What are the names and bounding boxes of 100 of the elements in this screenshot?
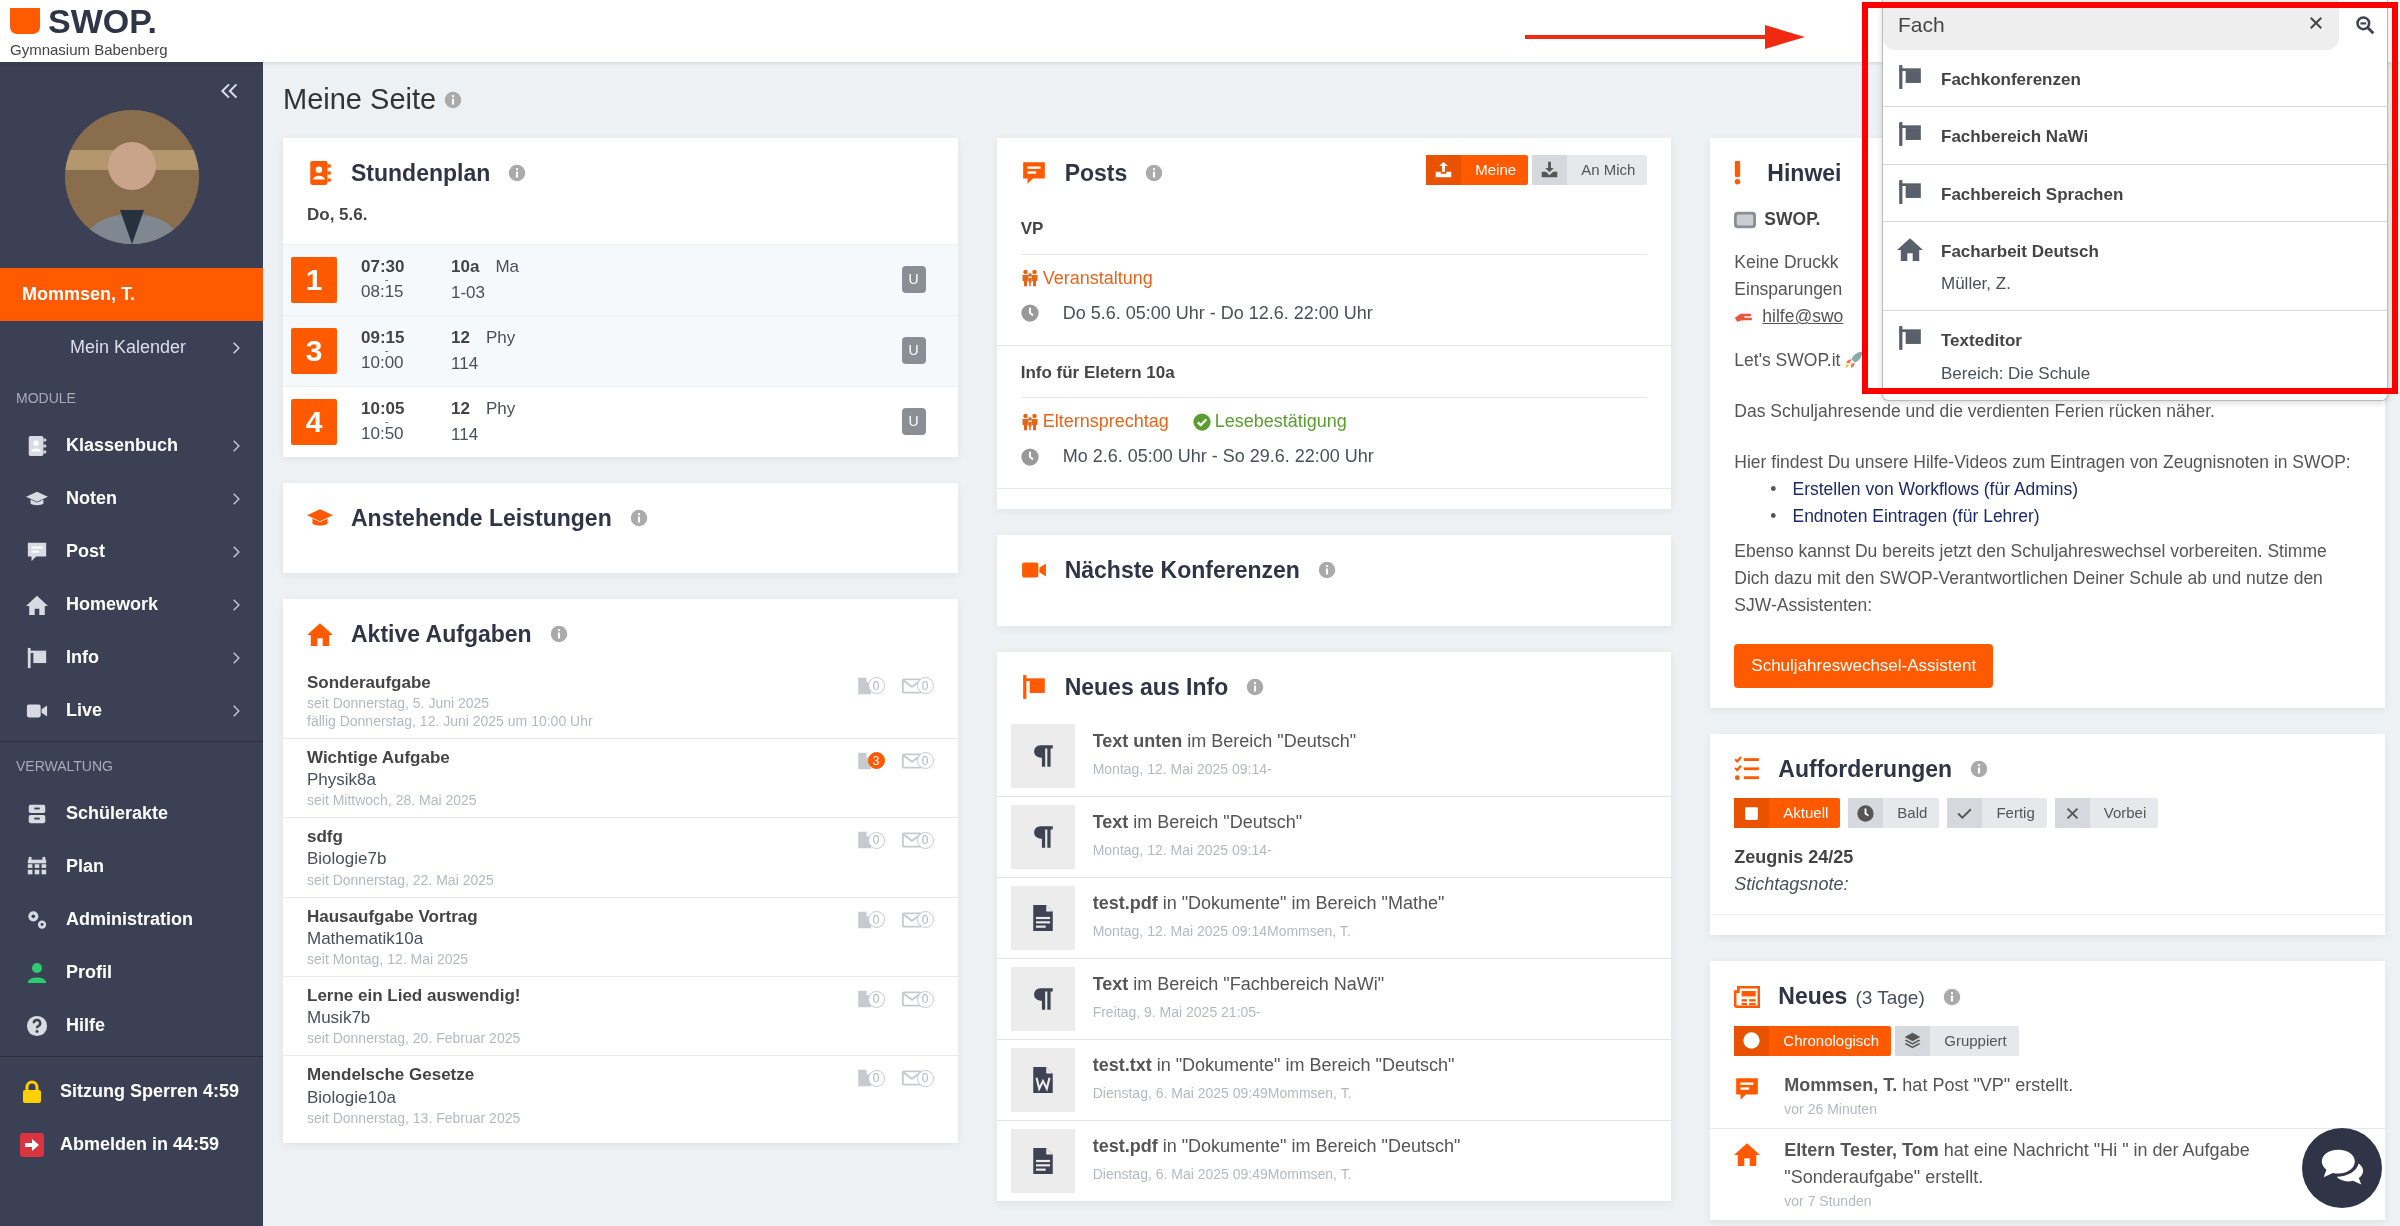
entry-meta: Montag, 12. Mai 2025 09:14Mommsen, T.	[1092, 922, 1351, 941]
room: 1-03	[451, 281, 486, 304]
filter-button[interactable]: Gruppiert	[1895, 1025, 2019, 1056]
period-label: (3 Tage)	[1855, 986, 1925, 1011]
task-title[interactable]: Wichtige Aufgabe	[307, 746, 450, 770]
task-date: seit Mittwoch, 28. Mai 2025	[307, 791, 477, 810]
search-button[interactable]	[2355, 15, 2375, 35]
info-icon	[549, 625, 568, 644]
task-title[interactable]: sdfg	[307, 826, 343, 849]
subject: Ma	[495, 256, 519, 278]
result-subtitle: Müller, Z.	[1941, 273, 2011, 296]
info-entry[interactable]: test.pdf in "Dokumente" im Bereich "Deutsch"	[1092, 1133, 1461, 1160]
task-title[interactable]: Sonderaufgabe	[307, 671, 431, 694]
news-entry[interactable]: Eltern Tester, Tom hat eine Nachricht "Hi " in der Aufgabe "Sonderaufgabe" erstellt.	[1784, 1136, 2281, 1191]
period-number: 1	[291, 256, 337, 303]
gears-icon	[26, 908, 48, 931]
info-entry[interactable]: test.txt in "Dokumente" im Bereich "Deutsch"	[1092, 1052, 1455, 1079]
sidebar-item[interactable]: Noten	[0, 472, 263, 525]
sidebar-item[interactable]: Sitzung Sperren 4:59	[0, 1065, 263, 1118]
close-icon	[2307, 14, 2325, 32]
clock-icon	[1020, 447, 1039, 466]
result-title[interactable]: Fachbereich NaWi	[1941, 121, 2089, 154]
task-title[interactable]: Lerne ein Lied auswendig!	[307, 985, 521, 1008]
layers-icon	[1904, 1032, 1922, 1050]
clock-icon	[1020, 304, 1039, 322]
sidebar-item[interactable]: Post	[0, 525, 263, 578]
signboard-icon	[1897, 325, 1923, 352]
info-entry[interactable]: Text unten im Bereich "Deutsch"	[1092, 728, 1357, 755]
news-time: vor 26 Minuten	[1784, 1099, 1877, 1119]
result-title[interactable]: Texteditor	[1941, 325, 2022, 358]
help-icon	[26, 1014, 48, 1037]
sidebar-item[interactable]: Live	[0, 684, 263, 737]
entry-meta: Freitag, 9. Mai 2025 21:05-	[1092, 1003, 1261, 1022]
card-title: Neues aus Info	[1064, 672, 1229, 702]
post-time: Do 5.6. 05:00 Uhr - Do 12.6. 22:00 Uhr	[1062, 301, 1373, 325]
count-badge: 0	[916, 677, 934, 694]
signboard-icon	[1897, 178, 1923, 205]
subject: Phy	[485, 398, 516, 420]
file-icon	[855, 675, 874, 696]
sidebar-item[interactable]: Homework	[0, 578, 263, 631]
start-time: 10:05	[361, 399, 406, 419]
card-title: Nächste Konferenzen	[1064, 556, 1300, 585]
result-title[interactable]: Fachkonferenzen	[1941, 64, 2081, 97]
sidebar-item[interactable]: Info	[0, 631, 263, 684]
task-title[interactable]: Hausaufgabe Vortrag	[307, 905, 478, 928]
request-note: Stichtagsnote:	[1734, 873, 1849, 897]
task-date: seit Donnerstag, 20. Februar 2025	[307, 1029, 521, 1048]
time-dash: -	[384, 276, 389, 283]
count-badge: 0	[916, 911, 934, 929]
signboard-icon	[26, 646, 48, 669]
info-entry[interactable]: test.pdf in "Dokumente" im Bereich "Mathe"	[1092, 890, 1445, 917]
info-entry[interactable]: Text im Bereich "Fachbereich NaWi"	[1092, 971, 1385, 998]
sidebar-item[interactable]: Hilfe	[0, 999, 263, 1052]
post-title[interactable]: VP	[1020, 216, 1044, 242]
result-subtitle: Bereich: Die Schule	[1941, 362, 2091, 385]
request-title[interactable]: Zeugnis 24/25	[1734, 844, 1854, 872]
task-title[interactable]: Mendelsche Gesetze	[307, 1064, 475, 1087]
tag-label: Veranstaltung	[1042, 266, 1153, 290]
class-name: 10a	[451, 256, 480, 278]
entry-meta: Montag, 12. Mai 2025 09:14-	[1092, 841, 1272, 860]
notice-text: Keine Druckk	[1734, 251, 1839, 275]
clock-icon	[1743, 1032, 1761, 1050]
subject: Phy	[485, 327, 516, 349]
filter-button[interactable]: Bald	[1848, 798, 1940, 829]
file-icon	[855, 1068, 874, 1089]
mail-link[interactable]: hilfe@swo	[1762, 303, 1844, 331]
info-icon	[444, 90, 463, 109]
room: 114	[451, 423, 479, 446]
news-entry[interactable]: Mommsen, T. hat Post "VP" erstellt.	[1784, 1071, 2074, 1099]
sidebar-item[interactable]: Profil	[0, 946, 263, 999]
end-time: 10:00	[361, 353, 405, 373]
file-icon	[855, 750, 874, 771]
file-icon	[855, 989, 874, 1010]
signboard-icon	[1897, 121, 1923, 148]
filter-button[interactable]: Fertig	[1947, 798, 2047, 829]
sidebar-item[interactable]: Klassenbuch	[0, 419, 263, 472]
filter-button[interactable]: An Mich	[1532, 154, 1648, 185]
help-video-link[interactable]: Endnoten Eintragen (für Lehrer)	[1792, 503, 2040, 531]
page-title: Meine Seite	[283, 82, 437, 117]
filter-button[interactable]: Vorbei	[2054, 798, 2159, 829]
help-video-link[interactable]: Erstellen von Workflows (für Admins)	[1792, 475, 2079, 503]
sidebar-item[interactable]: Plan	[0, 840, 263, 893]
sidebar-item[interactable]: Schülerakte	[0, 787, 263, 840]
post-title[interactable]: Info für Eletern 10a	[1020, 359, 1175, 385]
envelope-icon	[900, 989, 923, 1010]
notice-text: Einsparungen	[1734, 278, 1843, 302]
start-time: 07:30	[361, 257, 406, 277]
envelope-icon	[900, 750, 923, 771]
sidebar-item[interactable]: Administration	[0, 893, 263, 946]
clear-button[interactable]	[2307, 14, 2325, 32]
logo-text: SWOP.	[48, 4, 157, 38]
house-icon	[26, 593, 48, 616]
result-title[interactable]: Facharbeit Deutsch	[1941, 235, 2099, 269]
calendar-link[interactable]: Mein Kalender	[0, 321, 263, 374]
notice-text: Das Schuljahresende und die verdienten Ferien rücken näher.	[1734, 399, 2215, 423]
sidebar-item[interactable]: Abmelden in 44:59	[0, 1118, 263, 1171]
result-title[interactable]: Fachbereich Sprachen	[1941, 178, 2124, 211]
envelope-icon	[900, 830, 923, 851]
envelope-icon	[900, 909, 923, 930]
info-entry[interactable]: Text im Bereich "Deutsch"	[1092, 809, 1303, 836]
